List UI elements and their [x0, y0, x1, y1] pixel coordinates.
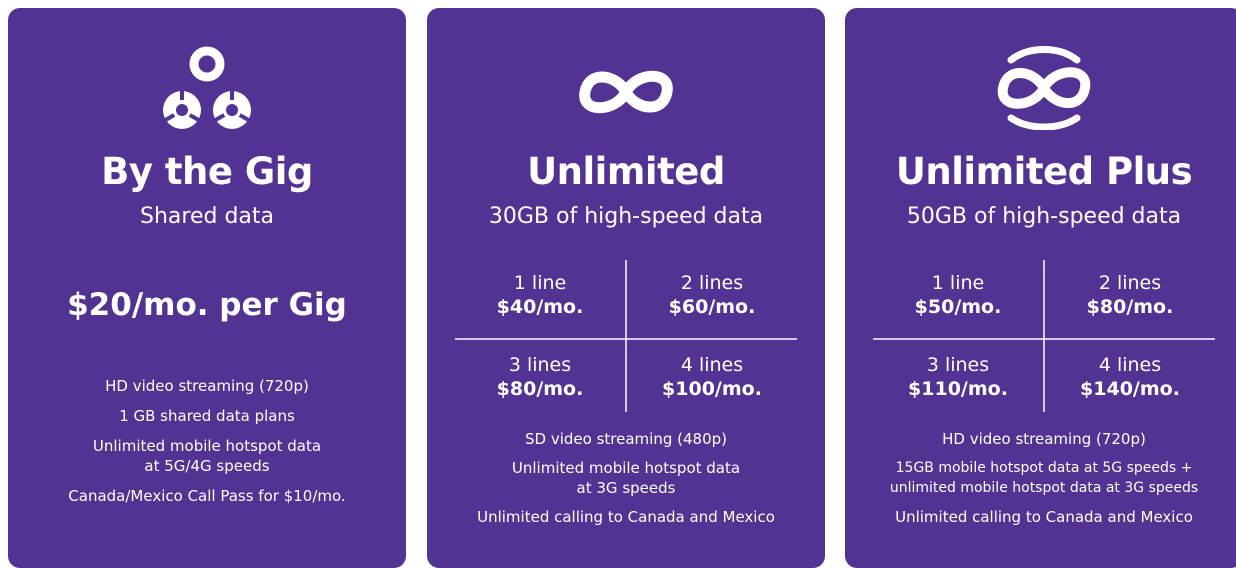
grid-divider	[873, 338, 1215, 340]
feature-item: 1 GB shared data plans	[119, 407, 295, 425]
line-count: 1 line	[931, 272, 985, 294]
infinity-plus-icon	[997, 46, 1091, 130]
feature-item: Canada/Mexico Call Pass for $10/mo.	[68, 487, 346, 505]
feature-item: Unlimited mobile hotspot data at 3G spee…	[511, 459, 741, 497]
plan-title: Unlimited	[527, 150, 725, 193]
line-price: $80/mo.	[1086, 296, 1174, 318]
shared-data-icon	[162, 46, 252, 129]
price-cell[interactable]: 1 line $50/mo.	[873, 272, 1043, 320]
feature-item: 15GB mobile hotspot data at 5G speeds + …	[889, 460, 1199, 496]
pricing-grid: 1 line $50/mo. 2 lines $80/mo. 3 lines $…	[873, 260, 1215, 412]
plan-card-by-the-gig[interactable]: By the Gig Shared data $20/mo. per Gig H…	[8, 8, 406, 568]
infinity-icon	[579, 70, 673, 114]
plan-title: By the Gig	[101, 150, 313, 193]
line-price: $110/mo.	[908, 378, 1008, 400]
feature-list: HD video streaming (720p) 1 GB shared da…	[8, 376, 406, 516]
line-price: $140/mo.	[1080, 378, 1180, 400]
feature-list: HD video streaming (720p) 15GB mobile ho…	[845, 429, 1236, 536]
line-count: 3 lines	[926, 354, 990, 376]
plan-card-unlimited-plus[interactable]: Unlimited Plus 50GB of high-speed data 1…	[845, 8, 1236, 568]
line-count: 4 lines	[1098, 354, 1162, 376]
line-count: 2 lines	[680, 272, 744, 294]
plan-price: $20/mo. per Gig	[67, 287, 347, 323]
feature-item: HD video streaming (720p)	[105, 377, 309, 395]
price-cell[interactable]: 3 lines $110/mo.	[873, 354, 1043, 402]
price-cell[interactable]: 4 lines $140/mo.	[1045, 354, 1215, 402]
line-price: $50/mo.	[914, 296, 1002, 318]
line-count: 1 line	[513, 272, 567, 294]
price-cell[interactable]: 4 lines $100/mo.	[627, 354, 797, 402]
pricing-grid: 1 line $40/mo. 2 lines $60/mo. 3 lines $…	[455, 260, 797, 412]
feature-item: Unlimited mobile hotspot data at 5G/4G s…	[92, 437, 322, 475]
plan-subtitle: Shared data	[140, 204, 274, 229]
price-cell[interactable]: 1 line $40/mo.	[455, 272, 625, 320]
grid-divider	[455, 338, 797, 340]
line-price: $40/mo.	[496, 296, 584, 318]
plan-subtitle: 50GB of high-speed data	[906, 204, 1182, 229]
line-price: $60/mo.	[668, 296, 756, 318]
plan-subtitle: 30GB of high-speed data	[488, 204, 764, 229]
feature-item: SD video streaming (480p)	[525, 430, 727, 448]
line-price: $80/mo.	[496, 378, 584, 400]
plan-card-unlimited[interactable]: Unlimited 30GB of high-speed data 1 line…	[427, 8, 825, 568]
feature-item: Unlimited calling to Canada and Mexico	[477, 508, 775, 526]
feature-list: SD video streaming (480p) Unlimited mobi…	[427, 429, 825, 536]
price-cell[interactable]: 3 lines $80/mo.	[455, 354, 625, 402]
price-cell[interactable]: 2 lines $80/mo.	[1045, 272, 1215, 320]
line-count: 4 lines	[680, 354, 744, 376]
plan-title: Unlimited Plus	[895, 150, 1193, 193]
feature-item: HD video streaming (720p)	[942, 430, 1146, 448]
line-price: $100/mo.	[662, 378, 762, 400]
price-cell[interactable]: 2 lines $60/mo.	[627, 272, 797, 320]
line-count: 3 lines	[508, 354, 572, 376]
feature-item: Unlimited calling to Canada and Mexico	[895, 508, 1193, 526]
line-count: 2 lines	[1098, 272, 1162, 294]
